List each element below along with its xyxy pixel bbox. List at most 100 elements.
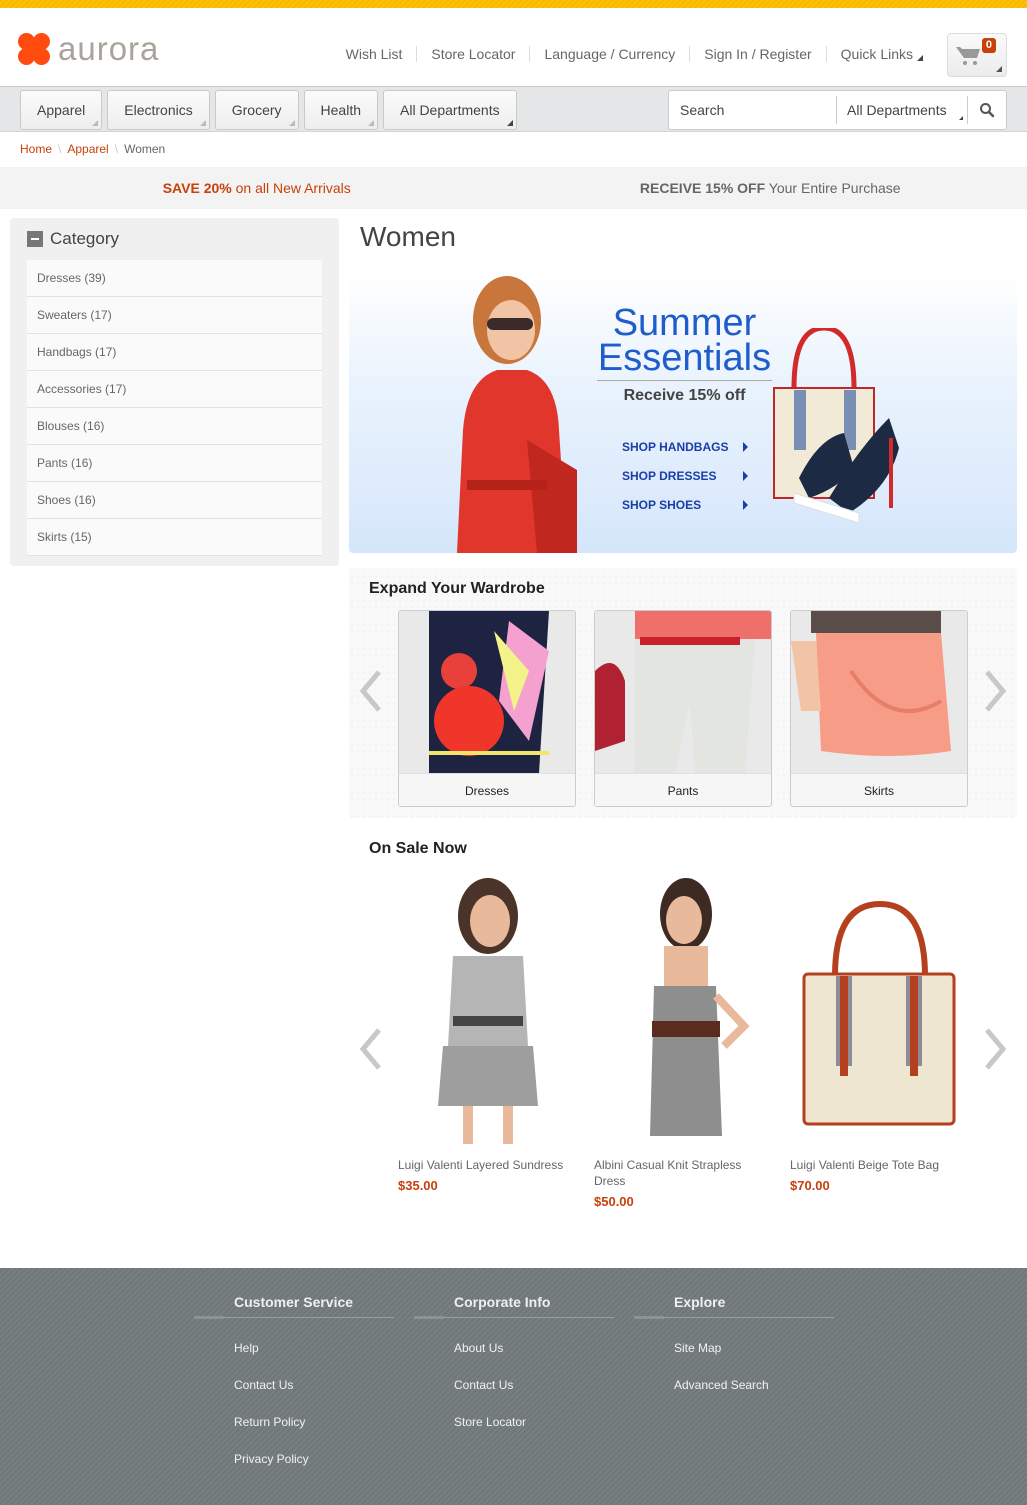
footer-link-store-locator[interactable]: Store Locator <box>454 1410 614 1447</box>
category-item-accessories[interactable]: Accessories (17) <box>27 371 322 408</box>
handbag-and-shoes-image <box>773 328 899 524</box>
logo-text: aurora <box>58 30 160 67</box>
search-icon <box>980 103 995 118</box>
department-tabs: Apparel Electronics Grocery Health All D… <box>20 90 522 130</box>
arrow-right-icon <box>743 441 748 452</box>
cart-count-badge: 0 <box>981 38 996 53</box>
dropdown-corner-icon <box>92 120 99 126</box>
layered-sundress-image <box>438 878 538 1144</box>
summer-essentials-banner[interactable]: Summer Essentials Receive 15% off SHOP H… <box>349 270 1017 553</box>
category-item-sweaters[interactable]: Sweaters (17) <box>27 297 322 334</box>
dropdown-corner-icon <box>996 66 1002 72</box>
footer-link-list: Site Map Advanced Search <box>634 1318 834 1410</box>
dept-tab-apparel[interactable]: Apparel <box>20 90 103 130</box>
page-title: Women <box>360 221 456 252</box>
category-toggle[interactable]: Category <box>27 228 322 250</box>
dropdown-corner-icon <box>917 55 923 61</box>
category-item-pants[interactable]: Pants (16) <box>27 445 322 482</box>
product-name[interactable]: Luigi Valenti Layered Sundress <box>398 1157 576 1173</box>
promo-save-20[interactable]: SAVE 20% on all New Arrivals <box>0 167 514 209</box>
footer-link-advanced-search[interactable]: Advanced Search <box>674 1373 834 1410</box>
footer-link-site-map[interactable]: Site Map <box>674 1336 834 1373</box>
breadcrumb: Home \ Apparel \ Women <box>0 132 1027 167</box>
wardrobe-tile-dresses[interactable]: Dresses <box>398 610 576 807</box>
logo[interactable]: aurora <box>18 32 159 65</box>
footer-link-about-us[interactable]: About Us <box>454 1336 614 1373</box>
category-item-blouses[interactable]: Blouses (16) <box>27 408 322 445</box>
dept-tab-label: Electronics <box>124 102 193 118</box>
footer-link-list: Help Contact Us Return Policy Privacy Po… <box>194 1318 394 1484</box>
shop-dresses-link[interactable]: SHOP DRESSES <box>622 461 748 490</box>
product-price: $50.00 <box>594 1194 634 1209</box>
category-item-handbags[interactable]: Handbags (17) <box>27 334 322 371</box>
collapse-minus-icon <box>27 231 43 247</box>
footer-link-help[interactable]: Help <box>234 1336 394 1373</box>
mini-cart-button[interactable]: 0 <box>947 33 1007 77</box>
dropdown-corner-icon <box>506 120 513 126</box>
breadcrumb-home[interactable]: Home <box>20 142 52 156</box>
search-department-select[interactable]: All Departments <box>836 96 968 124</box>
promo-text: Your Entire Purchase <box>765 180 901 196</box>
dropdown-corner-icon <box>199 120 206 126</box>
hero-link-label: SHOP SHOES <box>622 497 702 512</box>
product-card[interactable]: Albini Casual Knit Strapless Dress $50.0… <box>594 876 772 1209</box>
promo-15-off[interactable]: RECEIVE 15% OFF Your Entire Purchase <box>514 167 1027 209</box>
footer-link-contact-us[interactable]: Contact Us <box>454 1373 614 1410</box>
footer-heading: Corporate Info <box>414 1294 614 1319</box>
on-sale-carousel: On Sale Now Luigi Valenti Layered Sundre… <box>349 836 1017 1226</box>
arrow-right-icon <box>743 499 748 510</box>
language-currency-link[interactable]: Language / Currency <box>529 46 689 62</box>
footer-link-return-policy[interactable]: Return Policy <box>234 1410 394 1447</box>
product-name[interactable]: Albini Casual Knit Strapless Dress <box>594 1157 772 1189</box>
sign-in-register-link[interactable]: Sign In / Register <box>689 46 825 62</box>
store-locator-link[interactable]: Store Locator <box>416 46 529 62</box>
dropdown-corner-icon <box>959 116 963 120</box>
shop-shoes-link[interactable]: SHOP SHOES <box>622 490 748 519</box>
dept-tab-label: Health <box>320 102 361 118</box>
footer-link-privacy-policy[interactable]: Privacy Policy <box>234 1447 394 1484</box>
dept-tab-electronics[interactable]: Electronics <box>107 90 210 130</box>
dept-tab-all-departments[interactable]: All Departments <box>383 90 517 130</box>
dept-tab-label: Grocery <box>231 102 282 118</box>
search-button[interactable] <box>968 91 1006 129</box>
wardrobe-tile-skirts[interactable]: Skirts <box>790 610 968 807</box>
hero-title-line2: Essentials <box>597 337 772 379</box>
arrow-right-icon <box>743 470 748 481</box>
breadcrumb-current: Women <box>124 142 166 156</box>
product-name[interactable]: Luigi Valenti Beige Tote Bag <box>790 1157 968 1173</box>
top-accent-stripe <box>0 0 1027 8</box>
category-item-skirts[interactable]: Skirts (15) <box>27 519 322 556</box>
carousel-prev-icon[interactable] <box>359 670 381 712</box>
hero-divider <box>597 380 772 381</box>
shop-handbags-link[interactable]: SHOP HANDBAGS <box>622 432 748 461</box>
aurora-flower-logo-icon <box>18 32 50 65</box>
category-item-dresses[interactable]: Dresses (39) <box>27 260 322 297</box>
footer-link-contact-us[interactable]: Contact Us <box>234 1373 394 1410</box>
footer-link-list: About Us Contact Us Store Locator <box>414 1318 614 1447</box>
category-item-shoes[interactable]: Shoes (16) <box>27 482 322 519</box>
footer-heading: Customer Service <box>194 1294 394 1319</box>
dept-tab-health[interactable]: Health <box>303 90 378 130</box>
wish-list-link[interactable]: Wish List <box>332 46 417 62</box>
carousel-next-icon[interactable] <box>985 1028 1007 1070</box>
woman-red-dress-image <box>457 276 577 553</box>
breadcrumb-separator: \ <box>58 142 62 156</box>
product-card[interactable]: Luigi Valenti Beige Tote Bag $70.00 <box>790 876 968 1209</box>
strapless-dress-image <box>650 878 750 1136</box>
carousel-prev-icon[interactable] <box>359 1028 381 1070</box>
product-price: $70.00 <box>790 1178 830 1193</box>
carousel-next-icon[interactable] <box>985 670 1007 712</box>
search-input[interactable] <box>669 91 836 129</box>
utility-links: Wish List Store Locator Language / Curre… <box>332 46 929 62</box>
category-list: Dresses (39) Sweaters (17) Handbags (17)… <box>27 260 322 556</box>
dept-tab-grocery[interactable]: Grocery <box>214 90 299 130</box>
section-title: On Sale Now <box>369 840 467 857</box>
quick-links-dropdown[interactable]: Quick Links <box>825 46 929 62</box>
dropdown-corner-icon <box>288 120 295 126</box>
footer-column-explore: Explore Site Map Advanced Search <box>634 1294 834 1410</box>
product-card[interactable]: Luigi Valenti Layered Sundress $35.00 <box>398 876 576 1209</box>
hero-links: SHOP HANDBAGS SHOP DRESSES SHOP SHOES <box>622 432 748 519</box>
skirt-image <box>791 611 967 773</box>
breadcrumb-apparel[interactable]: Apparel <box>67 142 108 156</box>
wardrobe-tile-pants[interactable]: Pants <box>594 610 772 807</box>
